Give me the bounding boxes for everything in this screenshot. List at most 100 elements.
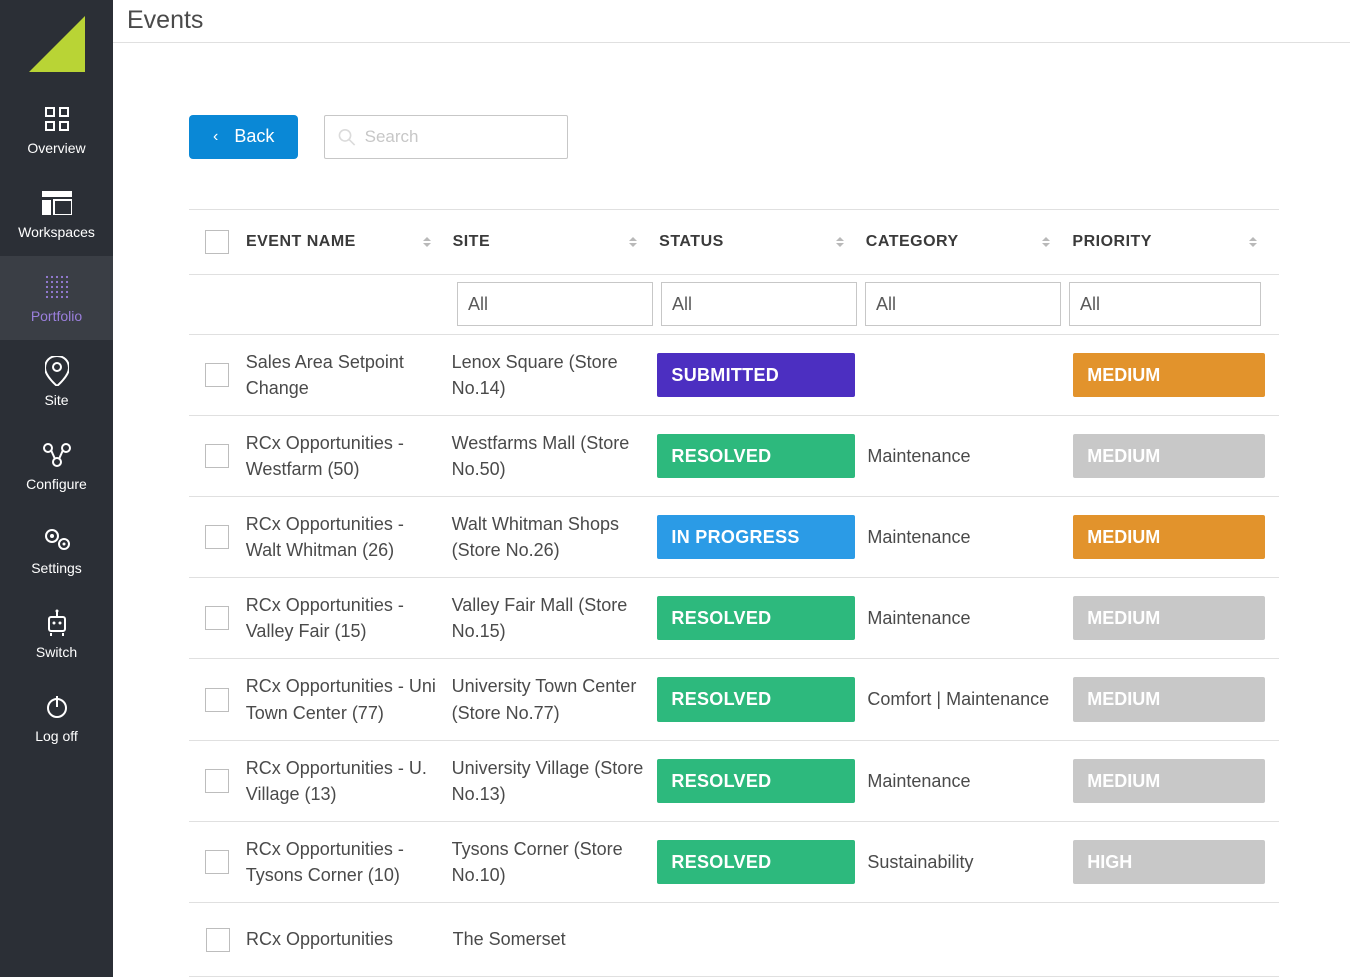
filter-site[interactable]: All — [457, 282, 653, 326]
cell-site: Lenox Square (Store No.14) — [452, 349, 658, 401]
cell-status: RESOLVED — [657, 434, 867, 478]
cell-event-name: RCx Opportunities - U. Village (13) — [246, 755, 452, 807]
col-category[interactable]: CATEGORY — [866, 233, 1073, 251]
sidebar-item-label: Log off — [35, 728, 78, 744]
priority-badge: MEDIUM — [1073, 759, 1265, 803]
table-header: EVENT NAME SITE STATUS CATEGORY PRIORITY — [189, 209, 1279, 275]
cell-site: Walt Whitman Shops (Store No.26) — [452, 511, 658, 563]
status-badge: RESOLVED — [657, 434, 855, 478]
priority-badge: HIGH — [1073, 840, 1265, 884]
cell-category: Sustainability — [867, 849, 1073, 875]
cell-category: Maintenance — [867, 443, 1073, 469]
sidebar-item-switch[interactable]: Switch — [0, 592, 113, 676]
table-row[interactable]: RCx Opportunities - U. Village (13)Unive… — [189, 741, 1279, 822]
filter-status[interactable]: All — [661, 282, 857, 326]
gear-icon — [42, 526, 72, 552]
sidebar-item-overview[interactable]: Overview — [0, 88, 113, 172]
cell-priority: MEDIUM — [1073, 434, 1279, 478]
select-all-checkbox[interactable] — [205, 230, 229, 254]
cell-category: Comfort | Maintenance — [867, 686, 1073, 712]
row-checkbox[interactable] — [206, 928, 230, 952]
search-input[interactable] — [365, 127, 556, 147]
cell-site: University Village (Store No.13) — [452, 755, 658, 807]
priority-badge: MEDIUM — [1073, 677, 1265, 721]
sidebar-item-label: Workspaces — [18, 224, 95, 240]
row-checkbox[interactable] — [205, 850, 229, 874]
row-checkbox[interactable] — [205, 525, 229, 549]
dots-icon — [42, 274, 72, 300]
row-checkbox[interactable] — [205, 606, 229, 630]
sidebar-item-label: Switch — [36, 644, 77, 660]
page-title: Events — [127, 6, 203, 35]
status-badge: RESOLVED — [657, 596, 855, 640]
row-checkbox[interactable] — [205, 444, 229, 468]
cell-status: RESOLVED — [657, 840, 867, 884]
sidebar-item-portfolio[interactable]: Portfolio — [0, 256, 113, 340]
sidebar-item-configure[interactable]: Configure — [0, 424, 113, 508]
cell-event-name: RCx Opportunities - Tysons Corner (10) — [246, 836, 452, 888]
table-row[interactable]: RCx Opportunities - Walt Whitman (26)Wal… — [189, 497, 1279, 578]
cell-event-name: RCx Opportunities - Westfarm (50) — [246, 430, 452, 482]
sidebar-item-label: Portfolio — [31, 308, 82, 324]
priority-badge: MEDIUM — [1073, 515, 1265, 559]
sidebar-item-label: Settings — [31, 560, 82, 576]
sidebar-item-log-off[interactable]: Log off — [0, 676, 113, 760]
sidebar-item-label: Overview — [27, 140, 85, 156]
app-logo — [0, 0, 113, 88]
back-button[interactable]: ‹ Back — [189, 115, 298, 159]
cell-site: Westfarms Mall (Store No.50) — [452, 430, 658, 482]
status-badge: SUBMITTED — [657, 353, 855, 397]
cell-site: Tysons Corner (Store No.10) — [452, 836, 658, 888]
cell-category: Maintenance — [867, 605, 1073, 631]
cell-event-name: RCx Opportunities - Valley Fair (15) — [246, 592, 452, 644]
search-box[interactable] — [324, 115, 568, 159]
cell-status: IN PROGRESS — [657, 515, 867, 559]
filter-priority[interactable]: All — [1069, 282, 1261, 326]
table-row[interactable]: RCx OpportunitiesThe Somerset — [189, 903, 1279, 977]
cell-category: Maintenance — [867, 524, 1073, 550]
filter-row: All All All All — [189, 275, 1279, 335]
cell-site: The Somerset — [453, 926, 660, 952]
cell-status: SUBMITTED — [657, 353, 867, 397]
robot-icon — [42, 610, 72, 636]
table-row[interactable]: RCx Opportunities - Valley Fair (15)Vall… — [189, 578, 1279, 659]
row-checkbox[interactable] — [205, 688, 229, 712]
nodes-icon — [42, 442, 72, 468]
cell-priority: HIGH — [1073, 840, 1279, 884]
cell-event-name: Sales Area Setpoint Change — [246, 349, 452, 401]
sort-icon — [629, 237, 637, 247]
search-icon — [337, 126, 356, 148]
cell-event-name: RCx Opportunities - Walt Whitman (26) — [246, 511, 452, 563]
sidebar-item-workspaces[interactable]: Workspaces — [0, 172, 113, 256]
sidebar: Overview Workspaces Portfolio Site Configure… — [0, 0, 113, 977]
status-badge: RESOLVED — [657, 840, 855, 884]
cell-event-name: RCx Opportunities - Uni Town Center (77) — [246, 673, 452, 725]
sort-icon — [423, 237, 431, 247]
col-site[interactable]: SITE — [453, 233, 660, 251]
table-row[interactable]: RCx Opportunities - Tysons Corner (10)Ty… — [189, 822, 1279, 903]
sidebar-item-label: Configure — [26, 476, 87, 492]
row-checkbox[interactable] — [205, 769, 229, 793]
back-button-label: Back — [234, 126, 274, 147]
cell-category: Maintenance — [867, 768, 1073, 794]
col-status[interactable]: STATUS — [659, 233, 866, 251]
table-row[interactable]: RCx Opportunities - Uni Town Center (77)… — [189, 659, 1279, 740]
priority-badge: MEDIUM — [1073, 596, 1265, 640]
sidebar-item-settings[interactable]: Settings — [0, 508, 113, 592]
col-priority[interactable]: PRIORITY — [1072, 233, 1279, 251]
col-event-name[interactable]: EVENT NAME — [246, 233, 453, 251]
sort-icon — [836, 237, 844, 247]
layout-icon — [42, 190, 72, 216]
row-checkbox[interactable] — [205, 363, 229, 387]
sidebar-item-site[interactable]: Site — [0, 340, 113, 424]
pin-icon — [42, 358, 72, 384]
table-row[interactable]: RCx Opportunities - Westfarm (50)Westfar… — [189, 416, 1279, 497]
priority-badge: MEDIUM — [1073, 353, 1265, 397]
status-badge: RESOLVED — [657, 677, 855, 721]
page-header: Events — [113, 0, 1350, 43]
filter-category[interactable]: All — [865, 282, 1061, 326]
sort-icon — [1042, 237, 1050, 247]
sidebar-item-label: Site — [44, 392, 68, 408]
cell-status: RESOLVED — [657, 677, 867, 721]
table-row[interactable]: Sales Area Setpoint ChangeLenox Square (… — [189, 335, 1279, 416]
